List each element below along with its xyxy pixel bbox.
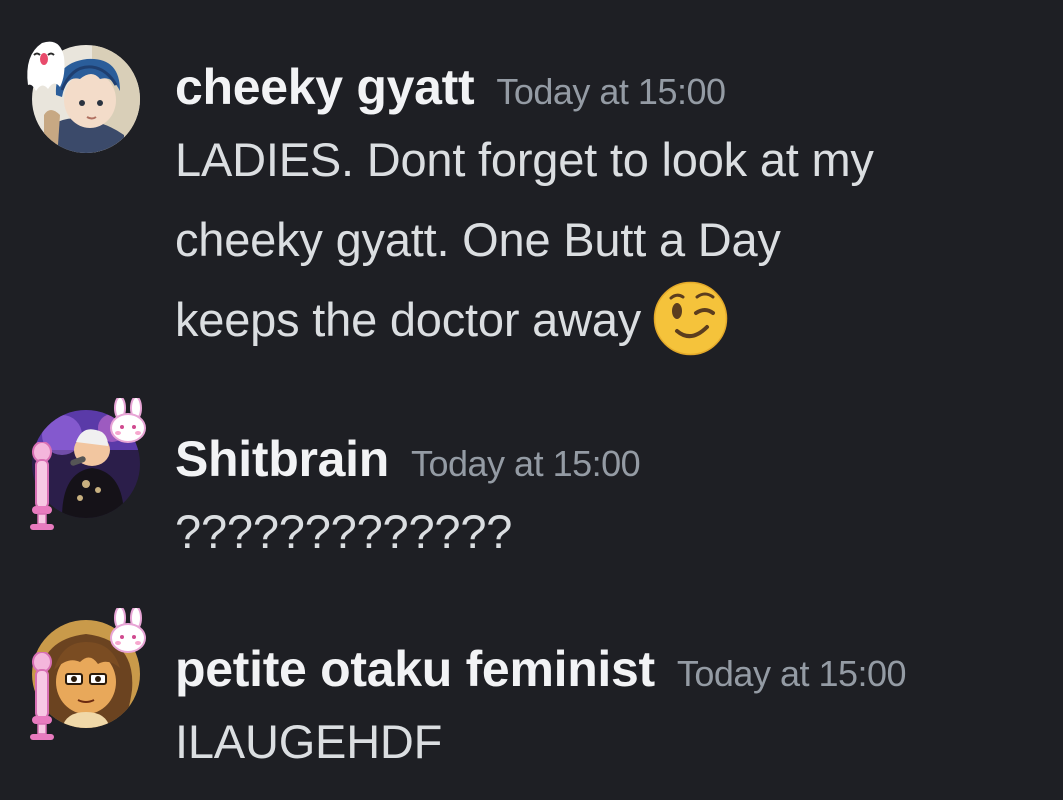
message-line: ILAUGEHDF — [175, 715, 443, 768]
timestamp[interactable]: Today at 15:00 — [496, 71, 726, 113]
bunny-decoration-icon — [104, 606, 152, 661]
message-header: cheeky gyatt Today at 15:00 — [175, 58, 1035, 116]
message-line: cheeky gyatt. One Butt a Day — [175, 213, 781, 266]
winking-face-emoji-icon[interactable] — [653, 281, 728, 356]
message-content: petite otaku feminist Today at 15:00 ILA… — [175, 640, 1035, 782]
avatar-with-decoration[interactable] — [22, 396, 147, 530]
message-text: ILAUGEHDF — [175, 702, 1035, 782]
bunny-decoration-icon — [104, 396, 152, 451]
username[interactable]: petite otaku feminist — [175, 640, 655, 698]
message-content: cheeky gyatt Today at 15:00 LADIES. Dont… — [175, 58, 1035, 360]
message-text: LADIES. Dont forget to look at my cheeky… — [175, 120, 1035, 360]
ghost-decoration-icon — [20, 35, 70, 100]
avatar-with-decoration[interactable] — [22, 606, 147, 740]
message-content: Shitbrain Today at 15:00 ????????????? — [175, 430, 1035, 572]
microphone-decoration-icon — [26, 651, 58, 747]
message-line: ????????????? — [175, 505, 513, 558]
username[interactable]: Shitbrain — [175, 430, 389, 488]
avatar-with-decoration[interactable] — [22, 35, 147, 160]
message-header: petite otaku feminist Today at 15:00 — [175, 640, 1035, 698]
message-header: Shitbrain Today at 15:00 — [175, 430, 1035, 488]
message-line: LADIES. Dont forget to look at my — [175, 133, 874, 186]
message-line-text: keeps the doctor away — [175, 293, 642, 346]
timestamp[interactable]: Today at 15:00 — [677, 653, 907, 695]
message-line: keeps the doctor away — [175, 280, 1035, 360]
message-text: ????????????? — [175, 492, 1035, 572]
username[interactable]: cheeky gyatt — [175, 58, 475, 116]
chat-message-list: cheeky gyatt Today at 15:00 LADIES. Dont… — [0, 0, 1063, 800]
timestamp[interactable]: Today at 15:00 — [411, 443, 641, 485]
microphone-decoration-icon — [26, 441, 58, 537]
